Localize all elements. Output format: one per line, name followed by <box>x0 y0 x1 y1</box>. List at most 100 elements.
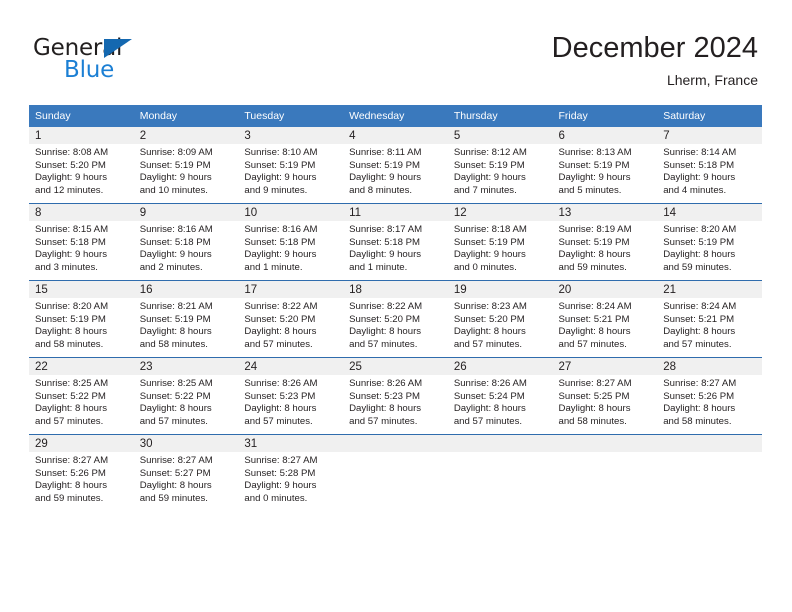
sunset-text: Sunset: 5:19 PM <box>558 159 630 171</box>
sunset-text: Sunset: 5:21 PM <box>558 313 630 325</box>
daylight-text-line2: and 1 minute. <box>349 261 408 273</box>
sunset-text: Sunset: 5:22 PM <box>139 390 211 402</box>
day-number: 8 <box>29 204 134 221</box>
day-cell[interactable]: 30 Sunrise: 8:27 AM Sunset: 5:27 PM Dayligh… <box>133 434 239 511</box>
daylight-text-line1: Daylight: 8 hours <box>663 249 736 261</box>
weekday-header-tuesday: Tuesday <box>238 105 344 127</box>
day-cell[interactable]: 6 Sunrise: 8:13 AM Sunset: 5:19 PM Daylight… <box>552 127 658 204</box>
day-cell[interactable]: 11 Sunrise: 8:17 AM Sunset: 5:18 PM Dayligh… <box>343 203 448 281</box>
sunrise-text: Sunrise: 8:18 AM <box>453 224 527 235</box>
daylight-text-line2: and 59 minutes. <box>558 261 627 273</box>
sunrise-text: Sunrise: 8:22 AM <box>349 301 423 312</box>
sunrise-text: Sunrise: 8:17 AM <box>349 224 423 235</box>
sunrise-text: Sunrise: 8:27 AM <box>35 455 109 466</box>
day-cell[interactable]: 12 Sunrise: 8:18 AM Sunset: 5:19 PM Dayligh… <box>447 203 553 281</box>
weekday-header-wednesday: Wednesday <box>343 105 448 127</box>
day-cell[interactable]: 2 Sunrise: 8:09 AM Sunset: 5:19 PM Daylight… <box>133 127 239 204</box>
day-number: 26 <box>447 358 553 375</box>
day-number: 29 <box>29 435 134 452</box>
sunrise-text: Sunrise: 8:27 AM <box>663 378 737 389</box>
day-cell[interactable]: 10 Sunrise: 8:16 AM Sunset: 5:18 PM Dayligh… <box>238 203 344 281</box>
weekday-header-thursday: Thursday <box>447 105 553 127</box>
daylight-text-line1: Daylight: 8 hours <box>663 403 736 415</box>
day-cell[interactable]: 15 Sunrise: 8:20 AM Sunset: 5:19 PM Dayligh… <box>29 280 134 358</box>
week-row: 1 Sunrise: 8:08 AM Sunset: 5:20 PM Daylight… <box>29 127 762 204</box>
general-blue-logo[interactable]: General Blue <box>33 36 183 86</box>
sunset-text: Sunset: 5:19 PM <box>453 159 525 171</box>
daylight-text-line1: Daylight: 9 hours <box>453 249 526 261</box>
daylight-text-line2: and 58 minutes. <box>663 415 732 427</box>
daylight-text-line2: and 12 minutes. <box>35 184 104 196</box>
day-cell[interactable]: 22 Sunrise: 8:25 AM Sunset: 5:22 PM Dayligh… <box>29 357 134 435</box>
day-number: 13 <box>552 204 658 221</box>
day-cell[interactable]: 5 Sunrise: 8:12 AM Sunset: 5:19 PM Daylight… <box>447 127 553 204</box>
day-cell[interactable]: 20 Sunrise: 8:24 AM Sunset: 5:21 PM Dayligh… <box>552 280 658 358</box>
sunrise-text: Sunrise: 8:25 AM <box>35 378 109 389</box>
daylight-text-line2: and 58 minutes. <box>35 338 104 350</box>
day-cell[interactable]: 16 Sunrise: 8:21 AM Sunset: 5:19 PM Dayligh… <box>133 280 239 358</box>
sunrise-text: Sunrise: 8:15 AM <box>35 224 109 235</box>
day-cell[interactable]: 1 Sunrise: 8:08 AM Sunset: 5:20 PM Daylight… <box>29 127 134 204</box>
day-cell[interactable]: 27 Sunrise: 8:27 AM Sunset: 5:25 PM Dayligh… <box>552 357 658 435</box>
day-cell[interactable]: 19 Sunrise: 8:23 AM Sunset: 5:20 PM Dayligh… <box>447 280 553 358</box>
week-row: 8 Sunrise: 8:15 AM Sunset: 5:18 PM Daylight… <box>29 203 762 281</box>
weekday-header-sunday: Sunday <box>29 105 134 127</box>
day-cell[interactable]: 9 Sunrise: 8:16 AM Sunset: 5:18 PM Daylight… <box>133 203 239 281</box>
day-cell[interactable]: 25 Sunrise: 8:26 AM Sunset: 5:23 PM Dayligh… <box>343 357 448 435</box>
sunset-text: Sunset: 5:18 PM <box>139 236 211 248</box>
sunset-text: Sunset: 5:25 PM <box>558 390 630 402</box>
day-cell[interactable]: 7 Sunrise: 8:14 AM Sunset: 5:18 PM Daylight… <box>657 127 762 204</box>
sunrise-text: Sunrise: 8:20 AM <box>35 301 109 312</box>
day-cell[interactable]: 23 Sunrise: 8:25 AM Sunset: 5:22 PM Dayligh… <box>133 357 239 435</box>
day-cell[interactable]: 28 Sunrise: 8:27 AM Sunset: 5:26 PM Dayligh… <box>657 357 762 435</box>
day-cell[interactable]: 14 Sunrise: 8:20 AM Sunset: 5:19 PM Dayligh… <box>657 203 762 281</box>
daylight-text-line1: Daylight: 9 hours <box>35 172 107 184</box>
daylight-text-line2: and 8 minutes. <box>349 184 413 196</box>
day-number: 4 <box>343 127 448 144</box>
weekday-header-monday: Monday <box>133 105 239 127</box>
sunset-text: Sunset: 5:19 PM <box>35 313 106 325</box>
weekday-header-friday: Friday <box>552 105 658 127</box>
day-number: 6 <box>552 127 658 144</box>
sunset-text: Sunset: 5:18 PM <box>244 236 316 248</box>
daylight-text-line1: Daylight: 9 hours <box>558 172 631 184</box>
day-cell[interactable]: 8 Sunrise: 8:15 AM Sunset: 5:18 PM Daylight… <box>29 203 134 281</box>
daylight-text-line1: Daylight: 9 hours <box>453 172 526 184</box>
calendar-body: 1 Sunrise: 8:08 AM Sunset: 5:20 PM Daylight… <box>29 127 762 511</box>
day-cell[interactable]: 31 Sunrise: 8:27 AM Sunset: 5:28 PM Dayligh… <box>238 434 344 511</box>
day-cell-empty <box>552 434 658 511</box>
week-row: 15 Sunrise: 8:20 AM Sunset: 5:19 PM Dayligh… <box>29 280 762 358</box>
sunrise-text: Sunrise: 8:21 AM <box>139 301 213 312</box>
calendar-header-row: Sunday Monday Tuesday Wednesday Thursday… <box>29 105 762 127</box>
day-cell[interactable]: 18 Sunrise: 8:22 AM Sunset: 5:20 PM Dayligh… <box>343 280 448 358</box>
day-cell[interactable]: 4 Sunrise: 8:11 AM Sunset: 5:19 PM Daylight… <box>343 127 448 204</box>
day-cell[interactable]: 26 Sunrise: 8:26 AM Sunset: 5:24 PM Dayligh… <box>447 357 553 435</box>
daylight-text-line1: Daylight: 8 hours <box>453 403 526 415</box>
day-cell[interactable]: 24 Sunrise: 8:26 AM Sunset: 5:23 PM Dayligh… <box>238 357 344 435</box>
daylight-text-line1: Daylight: 9 hours <box>244 480 317 492</box>
daylight-text-line1: Daylight: 8 hours <box>139 480 212 492</box>
sunset-text: Sunset: 5:22 PM <box>35 390 106 402</box>
day-number: 24 <box>238 358 344 375</box>
daylight-text-line2: and 58 minutes. <box>558 415 627 427</box>
sunrise-text: Sunrise: 8:24 AM <box>663 301 737 312</box>
daylight-text-line2: and 2 minutes. <box>139 261 203 273</box>
daylight-text-line2: and 57 minutes. <box>349 338 418 350</box>
daylight-text-line2: and 57 minutes. <box>453 415 523 427</box>
day-cell[interactable]: 17 Sunrise: 8:22 AM Sunset: 5:20 PM Dayligh… <box>238 280 344 358</box>
daylight-text-line2: and 4 minutes. <box>663 184 727 196</box>
sunset-text: Sunset: 5:19 PM <box>663 236 735 248</box>
daylight-text-line2: and 59 minutes. <box>663 261 732 273</box>
page-title: December 2024 <box>551 32 758 64</box>
day-cell[interactable]: 29 Sunrise: 8:27 AM Sunset: 5:26 PM Dayligh… <box>29 434 134 511</box>
day-cell[interactable]: 21 Sunrise: 8:24 AM Sunset: 5:21 PM Dayligh… <box>657 280 762 358</box>
daylight-text-line2: and 57 minutes. <box>244 415 313 427</box>
daylight-text-line1: Daylight: 8 hours <box>244 403 317 415</box>
sunrise-text: Sunrise: 8:22 AM <box>244 301 318 312</box>
day-number <box>343 435 448 452</box>
sunrise-text: Sunrise: 8:14 AM <box>663 147 737 158</box>
day-cell[interactable]: 3 Sunrise: 8:10 AM Sunset: 5:19 PM Daylight… <box>238 127 344 204</box>
sunrise-text: Sunrise: 8:27 AM <box>558 378 632 389</box>
day-cell[interactable]: 13 Sunrise: 8:19 AM Sunset: 5:19 PM Dayligh… <box>552 203 658 281</box>
sunset-text: Sunset: 5:18 PM <box>663 159 735 171</box>
